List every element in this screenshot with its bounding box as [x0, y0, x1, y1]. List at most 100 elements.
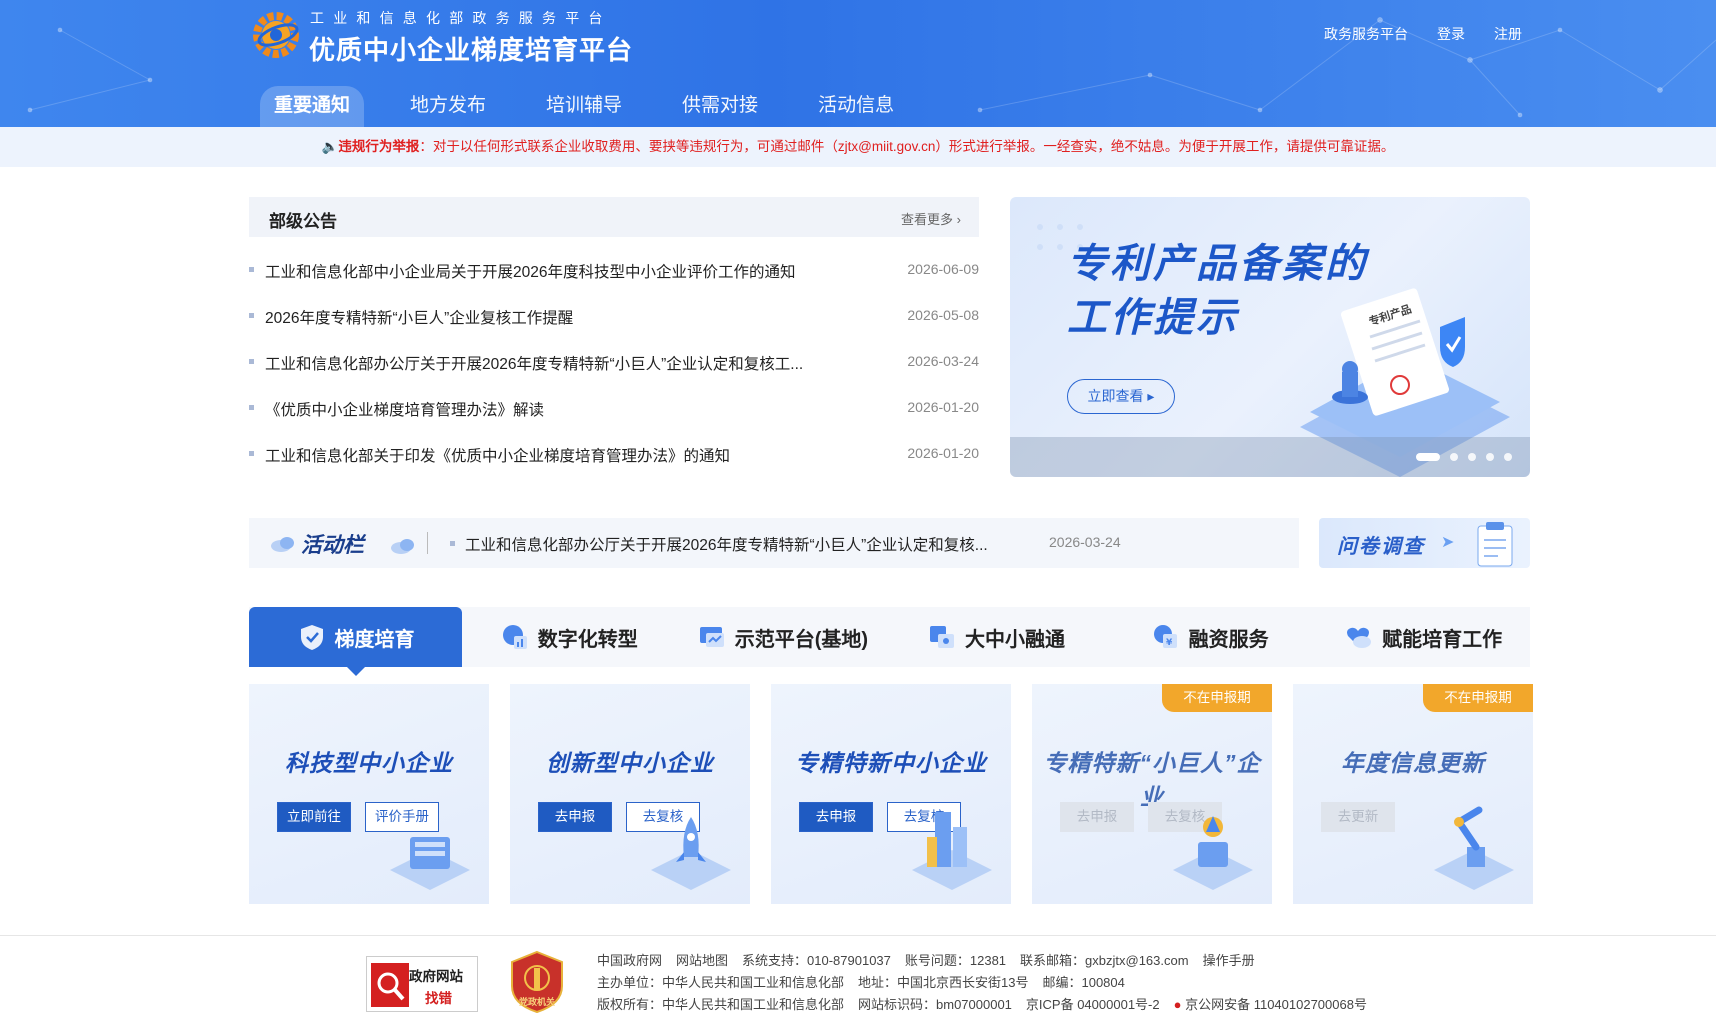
bullet-icon [249, 451, 254, 456]
money-icon: ¥ [1153, 625, 1177, 648]
survey-button[interactable]: 问卷调查 ➤ [1319, 518, 1530, 568]
tab-demo-platform[interactable]: 示范平台(基地) [676, 607, 890, 667]
postcode: 邮编：100804 [1042, 975, 1125, 990]
view-more-link[interactable]: 查看更多 › [901, 209, 961, 228]
nav-tab-training[interactable]: 培训辅导 [532, 86, 636, 127]
card-title: 年度信息更新 [1341, 750, 1485, 776]
go-now-button[interactable]: 立即前往 [277, 802, 351, 832]
tab-label: 赋能培育工作 [1382, 628, 1503, 651]
bullet-icon [249, 405, 254, 410]
status-badge: 不在申报期 [1423, 684, 1533, 712]
site-id: 网站标识码：bm07000001 [858, 997, 1012, 1012]
card-innovative-sme[interactable]: 创新型中小企业 去申报 去复核 [510, 684, 750, 904]
main-nav: 重要通知 地方发布 培训辅导 供需对接 活动信息 [260, 86, 940, 127]
card-little-giant[interactable]: 不在申报期 专精特新“小巨人”企业 去申报 去复核 [1032, 684, 1272, 904]
gear-logo-icon [253, 12, 299, 58]
tab-label: 大中小融通 [964, 628, 1065, 651]
apply-button[interactable]: 去申报 [1060, 802, 1134, 832]
magnifier-icon [371, 963, 409, 1007]
announcement-title: 工业和信息化部办公厅关于开展2026年度专精特新“小巨人”企业认定和复核工... [265, 356, 804, 373]
tab-digital-transformation[interactable]: 数字化转型 [462, 607, 676, 667]
status-badge: 不在申报期 [1162, 684, 1272, 712]
carousel-dot[interactable] [1504, 453, 1512, 461]
list-item[interactable]: 《优质中小企业梯度培育管理办法》解读 2026-01-20 [249, 388, 979, 434]
promo-banner[interactable]: 专利产品 专利产品备案的 工作提示 立即查看 ▸ [1010, 197, 1530, 477]
card-tech-sme[interactable]: 科技型中小企业 立即前往 评价手册 [249, 684, 489, 904]
gov-site-link[interactable]: 中国政府网 [597, 950, 662, 972]
activity-item-link[interactable]: 工业和信息化部办公厅关于开展2026年度专精特新“小巨人”企业认定和复核... [465, 533, 988, 555]
view-now-button[interactable]: 立即查看 ▸ [1067, 379, 1175, 414]
card-title: 科技型中小企业 [285, 750, 453, 776]
announcement-date: 2026-03-24 [907, 353, 979, 369]
police-badge-icon: ● [1173, 997, 1182, 1012]
chart-bars-icon [502, 625, 527, 649]
carousel-dot[interactable] [1450, 453, 1458, 461]
carousel-dot[interactable] [1486, 453, 1494, 461]
svg-text:¥: ¥ [1166, 638, 1173, 648]
announcement-list: 工业和信息化部中小企业局关于开展2026年度科技型中小企业评价工作的通知 2026… [249, 250, 979, 480]
announcement-date: 2026-01-20 [907, 445, 979, 461]
police-record-link[interactable]: ● 京公网安备 11040102700068号 [1174, 994, 1367, 1016]
divider [427, 532, 428, 554]
manual-link[interactable]: 操作手册 [1203, 950, 1255, 972]
card-title: 专精特新中小企业 [795, 750, 987, 776]
badge-top-text: 政府网站 [409, 969, 463, 984]
bullet-icon [249, 313, 254, 318]
register-link[interactable]: 注册 [1494, 24, 1522, 44]
heart-hands-icon [1347, 627, 1372, 648]
gov-site-error-report-badge[interactable]: 政府网站 找错 [366, 956, 478, 1012]
apply-button[interactable]: 去申报 [799, 802, 873, 832]
footer-line: 主办单位：中华人民共和国工业和信息化部 地址：中国北京西长安街13号 邮编：10… [597, 972, 1367, 994]
tab-gradient-cultivation[interactable]: 梯度培育 [249, 607, 462, 676]
bullet-icon [249, 267, 254, 272]
nav-tab-local-release[interactable]: 地方发布 [396, 86, 500, 127]
account-help: 账号问题：12381 [904, 953, 1007, 968]
update-button[interactable]: 去更新 [1321, 802, 1395, 832]
list-item[interactable]: 工业和信息化部关于印发《优质中小企业梯度培育管理办法》的通知 2026-01-20 [249, 434, 979, 480]
login-link[interactable]: 登录 [1437, 24, 1465, 44]
list-item[interactable]: 工业和信息化部办公厅关于开展2026年度专精特新“小巨人”企业认定和复核工...… [249, 342, 979, 388]
party-gov-seal[interactable]: 党政机关 [510, 950, 564, 1014]
contact-email: 联系邮箱：gxbzjtx@163.com [1020, 953, 1189, 968]
carousel-dot[interactable] [1468, 453, 1476, 461]
copyright: 版权所有：中华人民共和国工业和信息化部 [597, 997, 845, 1012]
tab-empowerment[interactable]: 赋能培育工作 [1316, 607, 1530, 667]
tab-financing[interactable]: ¥ 融资服务 [1103, 607, 1317, 667]
announcement-date: 2026-06-09 [907, 261, 979, 277]
police-record-text: 京公网安备 11040102700068号 [1185, 997, 1367, 1012]
monitor-icon [699, 627, 724, 647]
survey-label: 问卷调查 [1337, 536, 1425, 558]
footer-line: 版权所有：中华人民共和国工业和信息化部 网站标识码：bm07000001 京IC… [597, 994, 1367, 1016]
speaker-icon: 🔈 [321, 139, 339, 154]
banner-title-line2: 工作提示 [1067, 296, 1239, 340]
announcement-date: 2026-05-08 [907, 307, 979, 323]
bullet-icon [249, 359, 254, 364]
card-buttons: 去更新 [1321, 802, 1395, 832]
tab-label: 融资服务 [1188, 628, 1269, 651]
card-specialized-sme[interactable]: 专精特新中小企业 去申报 去复核 [771, 684, 1011, 904]
list-item[interactable]: 工业和信息化部中小企业局关于开展2026年度科技型中小企业评价工作的通知 2026… [249, 250, 979, 296]
gov-service-link[interactable]: 政务服务平台 [1324, 24, 1408, 44]
card-annual-update[interactable]: 不在申报期 年度信息更新 去更新 [1293, 684, 1533, 904]
site-header: 工业和信息化部政务服务平台 优质中小企业梯度培育平台 政务服务平台 登录 注册 … [0, 0, 1716, 127]
bullet-icon [450, 541, 455, 546]
tab-integration[interactable]: 大中小融通 [889, 607, 1103, 667]
announcements-title: 部级公告 [269, 212, 337, 231]
list-item[interactable]: 2026年度专精特新“小巨人”企业复核工作提醒 2026-05-08 [249, 296, 979, 342]
tab-label: 示范平台(基地) [734, 628, 869, 651]
announcements-header: 部级公告 查看更多 › [249, 197, 979, 237]
apply-button[interactable]: 去申报 [538, 802, 612, 832]
nav-tab-activities[interactable]: 活动信息 [804, 86, 908, 127]
nav-tab-important-notice[interactable]: 重要通知 [260, 86, 365, 127]
buildings-illustration-icon [912, 812, 992, 890]
nav-tab-supply-demand[interactable]: 供需对接 [668, 86, 772, 127]
sitemap-link[interactable]: 网站地图 [676, 950, 728, 972]
banner-title-line1: 专利产品备案的 [1067, 242, 1368, 286]
icp-link[interactable]: 京ICP备 04000001号-2 [1026, 994, 1160, 1016]
support-phone: 系统支持：010-87901037 [742, 953, 891, 968]
top-links: 政务服务平台 登录 注册 [1324, 24, 1522, 44]
footer-info: 中国政府网 网站地图 系统支持：010-87901037 账号问题：12381 … [597, 950, 1367, 1016]
platform-title: 优质中小企业梯度培育平台 [309, 35, 634, 65]
carousel-dot[interactable] [1416, 453, 1440, 461]
seal-text: 党政机关 [519, 997, 556, 1007]
